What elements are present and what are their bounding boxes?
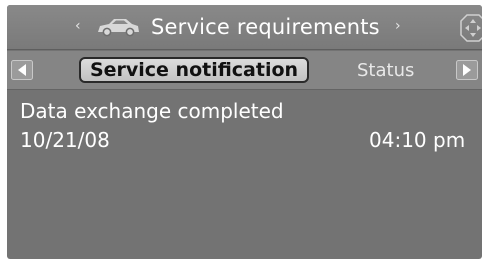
controller-icon[interactable] (459, 13, 482, 43)
tab-scroll-right-icon[interactable] (456, 60, 478, 80)
tab-status[interactable]: Status (357, 60, 414, 82)
tab-bar: Service notification Status (7, 51, 482, 90)
display-screen: ‹ Service requirements › Service notific… (7, 5, 482, 259)
title-prev-arrow-icon[interactable]: ‹ (75, 14, 81, 38)
status-message: Data exchange completed (20, 99, 284, 123)
title-next-arrow-icon[interactable]: › (395, 14, 401, 38)
tab-scroll-left-icon[interactable] (11, 60, 33, 80)
car-icon (98, 19, 139, 37)
page-title: Service requirements (151, 15, 380, 39)
exchange-date: 10/21/08 (20, 128, 110, 152)
title-bar: ‹ Service requirements › (7, 5, 482, 50)
tab-service-notification[interactable]: Service notification (79, 57, 309, 83)
exchange-time: 04:10 pm (369, 128, 466, 152)
